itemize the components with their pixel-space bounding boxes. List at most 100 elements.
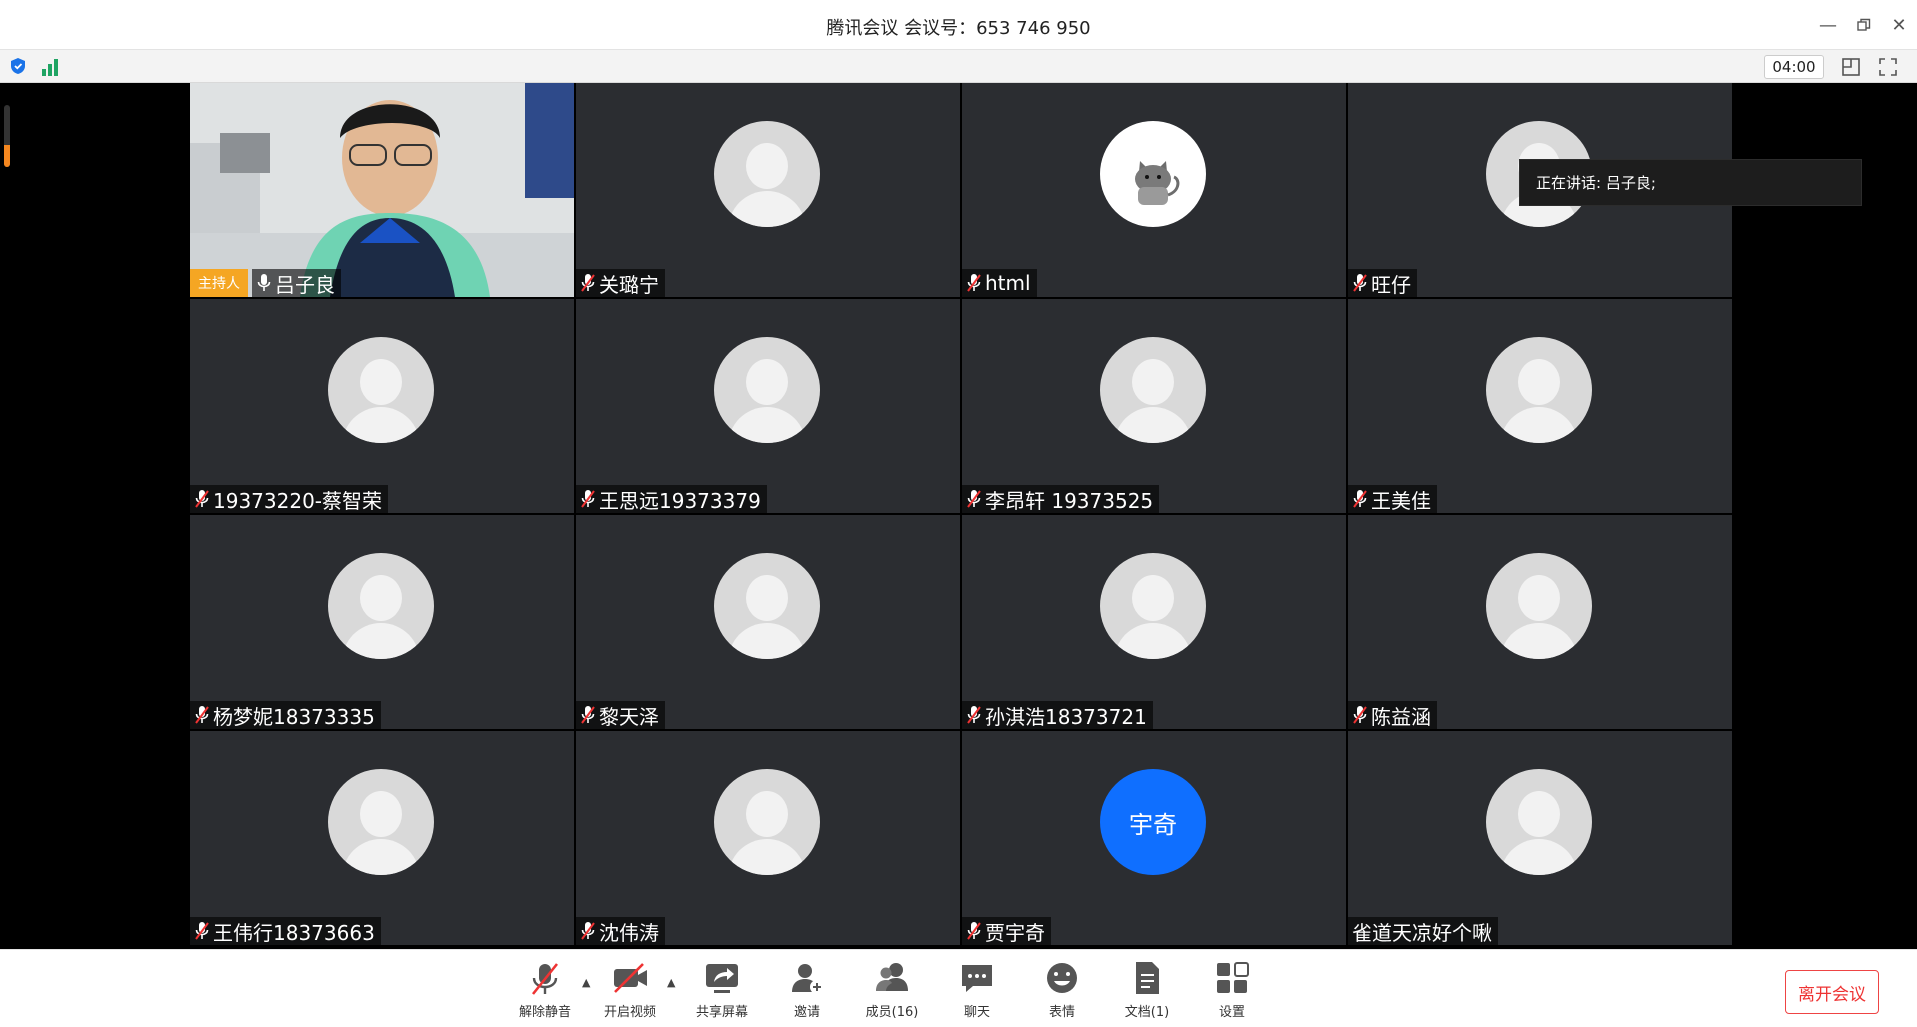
- host-badge: 主持人: [190, 269, 248, 297]
- default-avatar: [714, 769, 820, 875]
- participant-tile[interactable]: 王思远19373379: [576, 299, 960, 513]
- participant-tile[interactable]: 孙淇浩18373721: [962, 515, 1346, 729]
- participant-name: 王美佳: [1371, 488, 1431, 513]
- participant-tile[interactable]: 关璐宁: [576, 83, 960, 297]
- chat-icon: [962, 965, 992, 992]
- cat-avatar: [1100, 121, 1206, 227]
- window-title: 腾讯会议 会议号：653 746 950: [826, 18, 1091, 39]
- minimize-icon[interactable]: —: [1815, 12, 1841, 38]
- share-screen-button[interactable]: 共享屏幕: [687, 958, 757, 1022]
- default-avatar: [328, 337, 434, 443]
- camera-off-icon: [614, 963, 647, 993]
- chat-button[interactable]: 聊天: [942, 958, 1012, 1022]
- participant-tile[interactable]: 王伟行18373663: [190, 731, 574, 945]
- leave-meeting-button[interactable]: 离开会议: [1785, 970, 1879, 1014]
- app-grid-icon: [1217, 962, 1249, 993]
- participant-name: 杨梦妮18373335: [213, 704, 375, 729]
- participant-name: 吕子良: [275, 272, 335, 297]
- participant-tile[interactable]: html: [962, 83, 1346, 297]
- mic-muted-icon: [195, 922, 209, 940]
- meeting-timer: 04:00: [1764, 55, 1824, 79]
- meeting-toolbar: 04:00: [0, 50, 1917, 83]
- participant-nameplate: html: [962, 269, 1037, 297]
- participant-name: 陈益涵: [1371, 704, 1431, 729]
- layout-icon[interactable]: [1840, 56, 1862, 78]
- fullscreen-icon[interactable]: [1877, 56, 1899, 78]
- mic-muted-icon: [531, 963, 559, 995]
- mic-options-chevron-icon[interactable]: ▲: [582, 976, 594, 989]
- participant-tile[interactable]: 雀道天凉好个啾: [1348, 731, 1732, 945]
- default-avatar: [714, 121, 820, 227]
- default-avatar: [714, 337, 820, 443]
- invite-label: 邀请: [793, 1005, 820, 1020]
- chat-label: 聊天: [963, 1005, 990, 1020]
- default-avatar: [1100, 553, 1206, 659]
- mic-muted-icon: [581, 706, 595, 724]
- participant-nameplate: 李昂轩 19373525: [962, 485, 1160, 513]
- participant-tile[interactable]: 陈益涵: [1348, 515, 1732, 729]
- speaking-indicator: 正在讲话: 吕子良;: [1519, 159, 1862, 206]
- participant-name: 孙淇浩18373721: [985, 704, 1147, 729]
- video-stage: 主持人 吕子良 关璐宁 html 旺仔 19373220-蔡智荣 王思远1937…: [0, 83, 1917, 949]
- invite-button[interactable]: 邀请: [772, 958, 842, 1022]
- reaction-label: 表情: [1048, 1005, 1075, 1020]
- mic-muted-icon: [967, 490, 981, 508]
- control-bar: 解除静音 ▲ 开启视频 ▲ 共享屏幕 邀请 成员(16) 聊天 表情 文档(1)…: [0, 949, 1917, 1027]
- reaction-button[interactable]: 表情: [1027, 958, 1097, 1022]
- participant-tile[interactable]: 黎天泽: [576, 515, 960, 729]
- unmute-label: 解除静音: [518, 1005, 571, 1020]
- participant-tile[interactable]: 沈伟涛: [576, 731, 960, 945]
- mic-muted-icon: [195, 490, 209, 508]
- unmute-button[interactable]: 解除静音: [510, 958, 580, 1022]
- participant-nameplate: 旺仔: [1348, 269, 1417, 297]
- participant-nameplate: 孙淇浩18373721: [962, 701, 1153, 729]
- add-user-icon: [792, 964, 824, 994]
- signal-strength-icon[interactable]: [42, 56, 62, 76]
- participant-nameplate: 王伟行18373663: [190, 917, 381, 945]
- participant-tile-host[interactable]: 主持人 吕子良: [190, 83, 574, 297]
- start-video-button[interactable]: 开启视频: [595, 958, 665, 1022]
- host-video-feed: [190, 83, 574, 297]
- participant-nameplate: 19373220-蔡智荣: [190, 485, 389, 513]
- mic-volume-indicator: [4, 105, 10, 167]
- close-icon[interactable]: ✕: [1886, 12, 1912, 38]
- default-avatar: [1486, 769, 1592, 875]
- participant-nameplate: 王思远19373379: [576, 485, 767, 513]
- members-label: 成员(16): [865, 1005, 919, 1020]
- speaking-text: 正在讲话: 吕子良;: [1536, 174, 1656, 192]
- participant-nameplate: 雀道天凉好个啾: [1348, 917, 1498, 945]
- participant-name: 雀道天凉好个啾: [1352, 920, 1492, 945]
- participant-grid: 主持人 吕子良 关璐宁 html 旺仔 19373220-蔡智荣 王思远1937…: [190, 83, 1732, 949]
- participant-name: 关璐宁: [599, 272, 659, 297]
- default-avatar: [328, 769, 434, 875]
- members-button[interactable]: 成员(16): [857, 958, 927, 1022]
- participant-name: 黎天泽: [599, 704, 659, 729]
- video-frame-image: [190, 83, 574, 297]
- smiley-icon: [1047, 963, 1077, 993]
- participant-nameplate: 关璐宁: [576, 269, 665, 297]
- participant-tile[interactable]: 宇奇 贾宇奇: [962, 731, 1346, 945]
- default-avatar: [1100, 337, 1206, 443]
- participant-name: html: [985, 271, 1031, 295]
- restore-icon[interactable]: [1851, 12, 1877, 38]
- participant-nameplate: 陈益涵: [1348, 701, 1437, 729]
- mic-muted-icon: [581, 922, 595, 940]
- participant-tile[interactable]: 王美佳: [1348, 299, 1732, 513]
- share-screen-label: 共享屏幕: [695, 1005, 748, 1020]
- security-shield-icon[interactable]: [9, 57, 27, 75]
- start-video-label: 开启视频: [603, 1005, 656, 1020]
- mic-muted-icon: [1353, 706, 1367, 724]
- participant-nameplate: 吕子良: [252, 269, 341, 297]
- mic-muted-icon: [967, 706, 981, 724]
- participant-nameplate: 王美佳: [1348, 485, 1437, 513]
- settings-button[interactable]: 设置: [1197, 958, 1267, 1022]
- participant-tile[interactable]: 19373220-蔡智荣: [190, 299, 574, 513]
- members-icon: [876, 963, 908, 991]
- video-options-chevron-icon[interactable]: ▲: [667, 976, 679, 989]
- mic-on-icon: [257, 274, 271, 291]
- share-screen-icon: [706, 964, 738, 993]
- default-avatar: [328, 553, 434, 659]
- documents-button[interactable]: 文档(1): [1112, 958, 1182, 1022]
- participant-tile[interactable]: 李昂轩 19373525: [962, 299, 1346, 513]
- participant-tile[interactable]: 杨梦妮18373335: [190, 515, 574, 729]
